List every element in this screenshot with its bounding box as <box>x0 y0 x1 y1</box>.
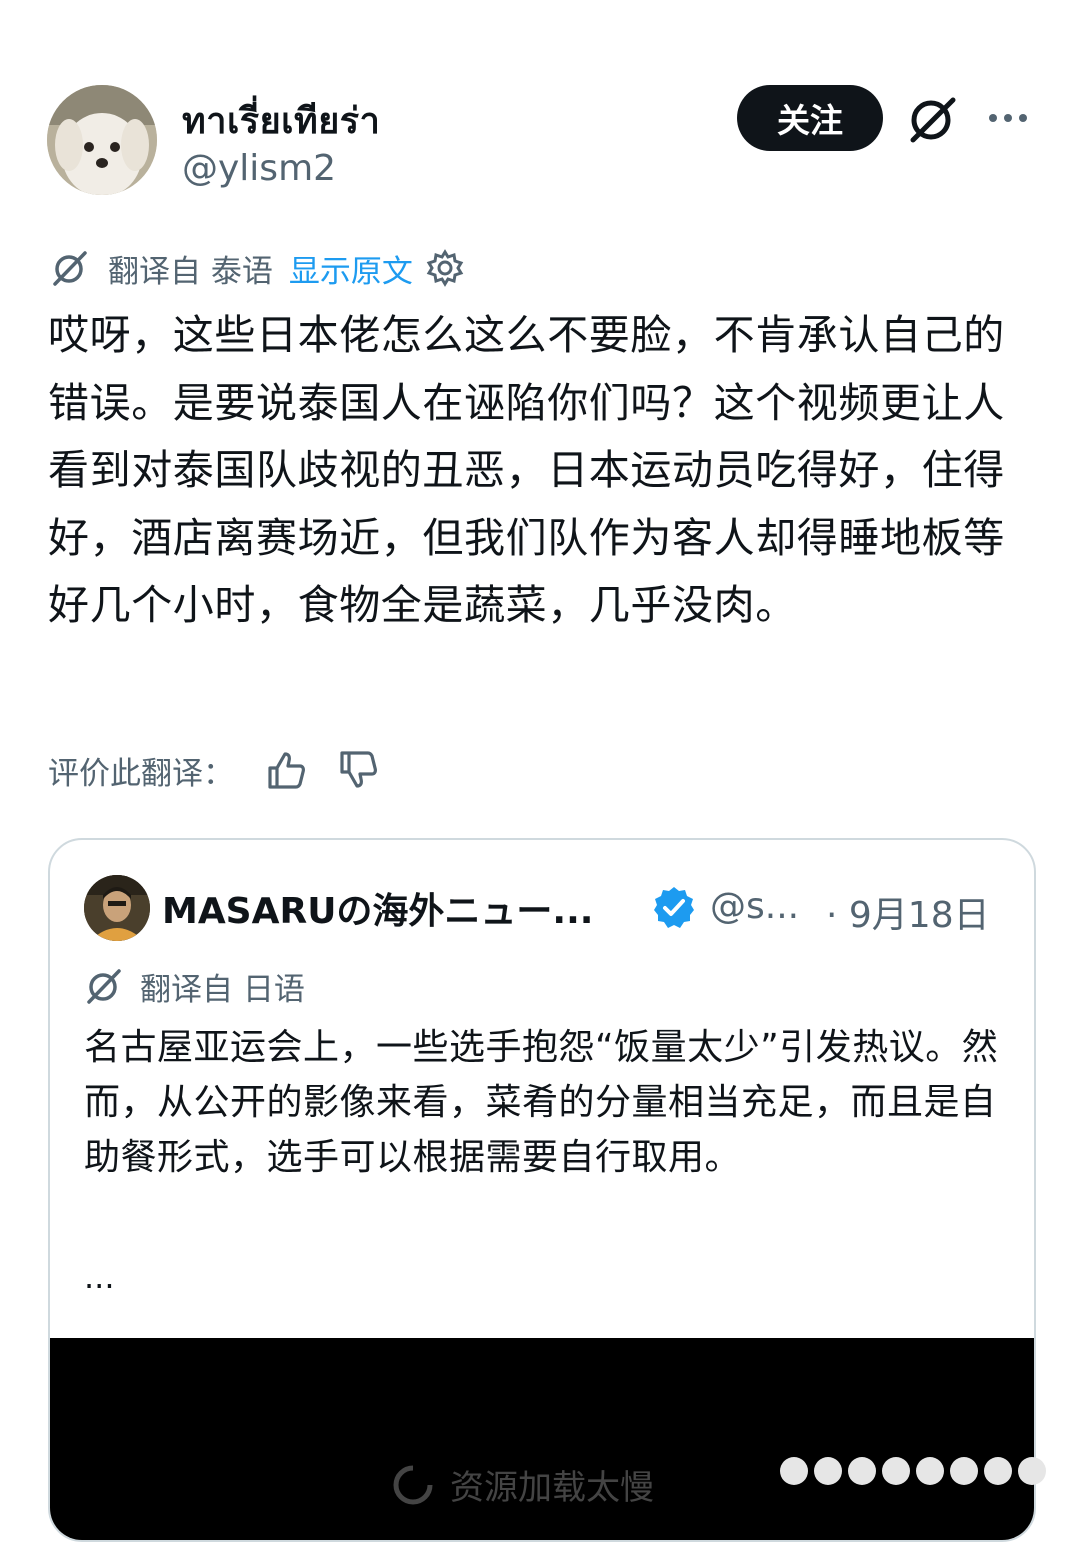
quoted-media[interactable]: 资源加载太慢 <box>50 1338 1034 1540</box>
watermark <box>780 1448 1080 1493</box>
quoted-translation-row: 翻译自 日语 <box>84 964 305 1008</box>
display-name[interactable]: ทาเรี่ยเทียร่า <box>182 92 380 149</box>
follow-button[interactable]: 关注 <box>737 85 883 151</box>
translation-row: 翻译自 泰语 显示原文 <box>50 246 465 290</box>
quoted-ellipsis: ... <box>84 1258 115 1296</box>
rate-translation-label: 评价此翻译： <box>48 755 234 792</box>
tweet-text: 哎呀，这些日本佬怎么这么不要脸，不肯承认自己的错误。是要说泰国人在诬陷你们吗？这… <box>48 311 1005 629</box>
grok-translate-icon <box>87 969 121 1004</box>
media-loading-indicator: 资源加载太慢 <box>390 1460 654 1509</box>
more-icon[interactable] <box>985 100 1031 136</box>
verified-badge-icon <box>654 887 694 928</box>
quoted-handle[interactable]: @s... <box>710 886 799 927</box>
grok-icon[interactable] <box>905 94 961 144</box>
avatar[interactable] <box>47 85 157 195</box>
thumbs-up-icon[interactable] <box>264 748 308 792</box>
translated-from-label: 翻译自 泰语 <box>108 253 273 290</box>
quoted-avatar[interactable] <box>84 875 150 941</box>
loading-spinner-icon <box>393 1465 433 1504</box>
media-status-text: 资源加载太慢 <box>450 1468 654 1508</box>
quoted-translated-from-label: 翻译自 日语 <box>140 971 305 1008</box>
rate-translation-row: 评价此翻译： <box>48 745 380 795</box>
thumbs-down-icon[interactable] <box>336 748 380 792</box>
quoted-post[interactable]: MASARUの海外ニュー... @s... · 9月18日 翻译自 日语 名古屋… <box>48 838 1036 1542</box>
gear-icon[interactable] <box>425 248 465 288</box>
user-handle[interactable]: @ylism2 <box>182 148 336 189</box>
quoted-text: 名古屋亚运会上，一些选手抱怨“饭量太少”引发热议。然而，从公开的影像来看，菜肴的… <box>84 1027 999 1178</box>
quoted-date[interactable]: · 9月18日 <box>826 886 990 938</box>
show-original-link[interactable]: 显示原文 <box>289 246 413 291</box>
quoted-display-name[interactable]: MASARUの海外ニュー... <box>162 882 593 934</box>
grok-translate-icon <box>53 251 87 286</box>
